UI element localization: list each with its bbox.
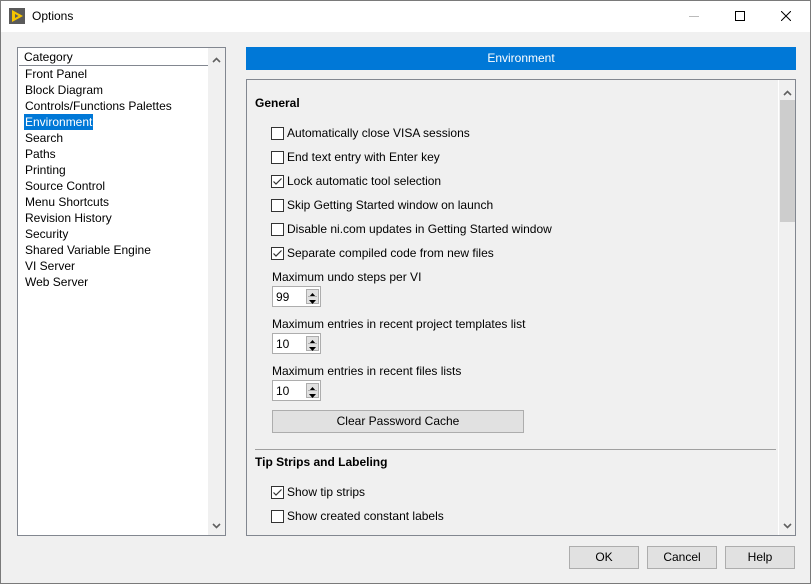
checkbox-row[interactable]: Disable ni.com updates in Getting Starte… xyxy=(271,221,552,237)
scroll-up-button[interactable] xyxy=(208,50,225,67)
page-header: Environment xyxy=(246,47,796,70)
content-scrollbar[interactable] xyxy=(778,80,795,535)
checkbox-row[interactable]: Lock automatic tool selection xyxy=(271,173,441,189)
category-item[interactable]: Printing xyxy=(24,162,67,178)
checkbox-row[interactable]: Automatically close VISA sessions xyxy=(271,125,470,141)
checkbox[interactable] xyxy=(271,246,284,260)
recent-files-spinner[interactable] xyxy=(272,380,321,401)
undo-steps-spinner[interactable] xyxy=(272,286,321,307)
category-items: Front Panel Block Diagram Controls/Functio… xyxy=(24,66,173,290)
arrow-down-icon xyxy=(309,293,316,307)
checkbox-label: Skip Getting Started window on launch xyxy=(287,198,494,212)
decrement-button[interactable] xyxy=(307,391,318,398)
section-title-general: General xyxy=(255,96,300,110)
ok-button[interactable]: OK xyxy=(569,546,639,569)
checkbox-label: End text entry with Enter key xyxy=(287,150,440,164)
section-divider xyxy=(255,449,776,450)
checkbox[interactable] xyxy=(271,222,284,236)
environment-settings-pane: General Automatically close VISA session… xyxy=(246,79,796,536)
minimize-button[interactable] xyxy=(671,1,717,32)
checkbox-label: Show created constant labels xyxy=(287,509,444,523)
undo-steps-input[interactable] xyxy=(276,290,300,304)
checkmark-icon xyxy=(273,249,282,257)
maximize-icon xyxy=(735,10,745,24)
chevron-down-icon xyxy=(783,518,792,532)
checkbox-label: Disable ni.com updates in Getting Starte… xyxy=(287,222,552,236)
category-item[interactable]: VI Server xyxy=(24,258,76,274)
checkbox[interactable] xyxy=(271,150,284,164)
category-item[interactable]: Controls/Functions Palettes xyxy=(24,98,173,114)
category-item[interactable]: Security xyxy=(24,226,69,242)
checkbox-row[interactable]: End text entry with Enter key xyxy=(271,149,440,165)
category-item[interactable]: Source Control xyxy=(24,178,106,194)
category-item[interactable]: Revision History xyxy=(24,210,113,226)
chevron-up-icon xyxy=(783,85,792,99)
chevron-up-icon xyxy=(212,52,221,66)
category-item[interactable]: Shared Variable Engine xyxy=(24,242,152,258)
chevron-down-icon xyxy=(212,518,221,532)
checkbox[interactable] xyxy=(271,509,284,523)
scroll-down-button[interactable] xyxy=(779,516,795,533)
checkmark-icon xyxy=(273,488,282,496)
checkmark-icon xyxy=(273,177,282,185)
category-scrollbar[interactable] xyxy=(208,48,225,535)
checkbox[interactable] xyxy=(271,174,284,188)
spinner-buttons[interactable] xyxy=(306,336,319,351)
category-column-header[interactable]: Category xyxy=(19,49,217,66)
field-label-undo-steps: Maximum undo steps per VI xyxy=(272,270,422,284)
category-item[interactable]: Block Diagram xyxy=(24,82,104,98)
window-title: Options xyxy=(32,9,74,23)
recent-files-input[interactable] xyxy=(276,384,300,398)
section-title-tip-strips: Tip Strips and Labeling xyxy=(255,455,388,469)
checkbox-row[interactable]: Skip Getting Started window on launch xyxy=(271,197,493,213)
recent-templates-input[interactable] xyxy=(276,337,300,351)
field-label-recent-templates: Maximum entries in recent project templa… xyxy=(272,317,526,331)
close-icon xyxy=(780,10,792,24)
checkbox-label: Automatically close VISA sessions xyxy=(287,126,470,140)
labview-app-icon xyxy=(9,8,25,24)
scroll-thumb[interactable] xyxy=(780,100,795,222)
scroll-down-button[interactable] xyxy=(208,516,225,533)
checkbox-row[interactable]: Show created constant labels xyxy=(271,508,444,524)
arrow-down-icon xyxy=(309,387,316,401)
category-item[interactable]: Web Server xyxy=(24,274,89,290)
title-bar[interactable]: Options xyxy=(1,1,810,32)
category-item[interactable]: Environment xyxy=(24,114,94,130)
checkbox-label: Lock automatic tool selection xyxy=(287,174,442,188)
category-list[interactable]: Category Front Panel Block Diagram Control… xyxy=(17,47,226,536)
checkbox-row[interactable]: Show tip strips xyxy=(271,484,365,500)
category-item[interactable]: Search xyxy=(24,130,64,146)
decrement-button[interactable] xyxy=(307,344,318,351)
field-label-recent-files: Maximum entries in recent files lists xyxy=(272,364,462,378)
checkbox-row[interactable]: Separate compiled code from new files xyxy=(271,245,494,261)
spinner-buttons[interactable] xyxy=(306,383,319,398)
checkbox-label: Separate compiled code from new files xyxy=(287,246,494,260)
options-dialog: Options Category Front Panel Block Diagra… xyxy=(0,0,811,584)
category-item[interactable]: Paths xyxy=(24,146,57,162)
arrow-down-icon xyxy=(309,340,316,354)
maximize-button[interactable] xyxy=(717,1,763,32)
cancel-button[interactable]: Cancel xyxy=(647,546,717,569)
minimize-icon xyxy=(689,10,699,24)
help-button[interactable]: Help xyxy=(725,546,795,569)
recent-templates-spinner[interactable] xyxy=(272,333,321,354)
spinner-buttons[interactable] xyxy=(306,289,319,304)
checkbox[interactable] xyxy=(271,198,284,212)
category-item[interactable]: Front Panel xyxy=(24,66,88,82)
decrement-button[interactable] xyxy=(307,297,318,304)
checkbox[interactable] xyxy=(271,126,284,140)
clear-password-cache-button[interactable]: Clear Password Cache xyxy=(272,410,524,433)
checkbox[interactable] xyxy=(271,485,284,499)
category-item[interactable]: Menu Shortcuts xyxy=(24,194,110,210)
scroll-up-button[interactable] xyxy=(779,83,795,100)
checkbox-label: Show tip strips xyxy=(287,485,366,499)
close-button[interactable] xyxy=(763,1,809,32)
